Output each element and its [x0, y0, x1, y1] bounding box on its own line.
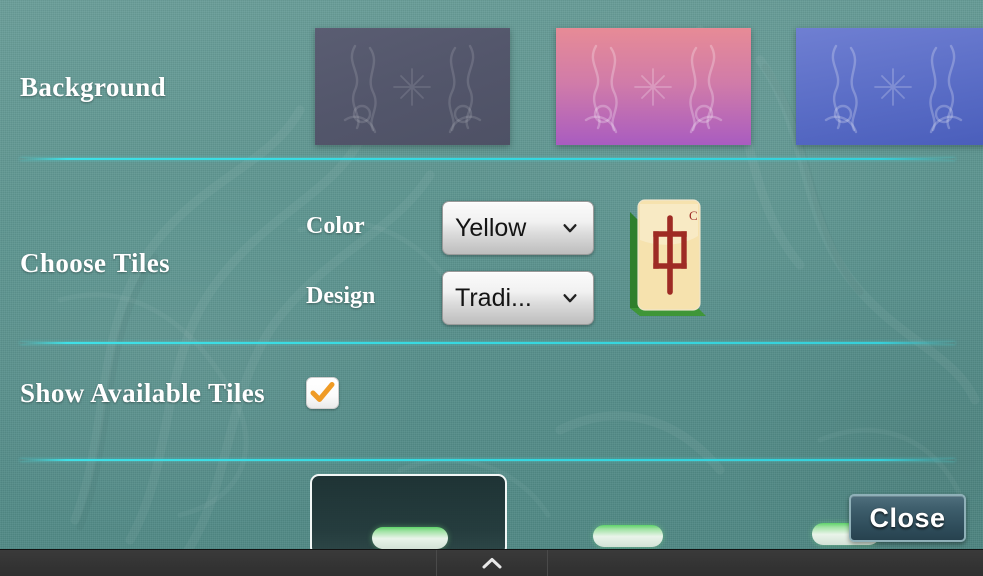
tile-preview[interactable]: C — [626, 196, 712, 318]
chevron-down-icon — [563, 224, 577, 233]
divider-choose-tiles — [20, 342, 955, 344]
color-dropdown-value: Yellow — [455, 213, 527, 242]
field-label-design: Design — [306, 283, 376, 309]
green-pill-button-2[interactable] — [593, 525, 663, 547]
section-label-background: Background — [20, 72, 167, 102]
thumbnail-ornament — [824, 44, 963, 134]
show-available-tiles-checkbox[interactable] — [306, 377, 339, 409]
design-dropdown[interactable]: Tradi... — [442, 271, 594, 325]
tile-corner-mark: C — [689, 208, 698, 223]
section-label-choose-tiles: Choose Tiles — [20, 248, 171, 278]
design-dropdown-value: Tradi... — [455, 283, 532, 312]
nav-expand-button[interactable] — [435, 550, 548, 576]
field-label-color: Color — [306, 213, 365, 239]
system-navigation-bar — [0, 549, 983, 576]
close-button-label: Close — [869, 502, 946, 533]
divider-background — [20, 158, 955, 160]
thumbnail-ornament — [584, 44, 723, 134]
chevron-up-icon — [482, 558, 501, 569]
green-pill-button-1[interactable] — [372, 527, 448, 549]
background-thumbnail-pink-purple[interactable] — [556, 28, 751, 145]
section-label-show-available-tiles: Show Available Tiles — [20, 378, 266, 408]
nav-right-cell — [548, 550, 983, 576]
thumbnail-ornament — [343, 44, 482, 134]
background-thumbnail-blue[interactable] — [796, 28, 983, 145]
chevron-down-icon — [563, 294, 577, 303]
color-dropdown[interactable]: Yellow — [442, 201, 594, 255]
nav-left-cell — [0, 550, 436, 576]
checkmark-icon — [310, 382, 335, 402]
background-thumbnail-slate[interactable] — [315, 28, 510, 145]
close-button[interactable]: Close — [849, 494, 966, 542]
divider-show-available-tiles — [20, 459, 955, 461]
mahjong-settings-screen: Background Choose Tiles Color Yellow Des… — [0, 0, 983, 576]
